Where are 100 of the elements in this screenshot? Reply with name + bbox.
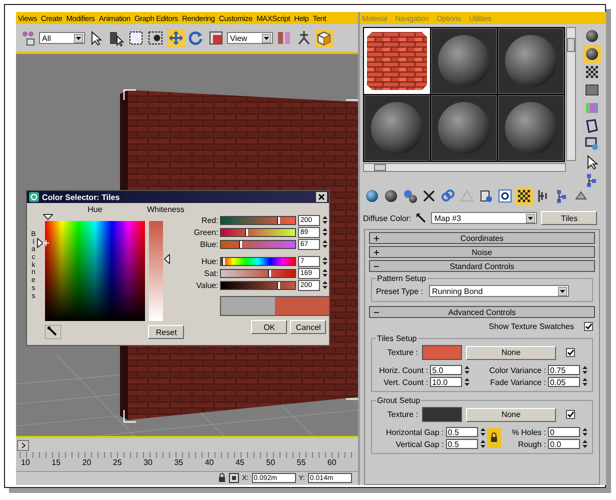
field-label: Color Variance : [489, 366, 546, 374]
slider-thumb[interactable] [269, 270, 272, 276]
assign-icon[interactable] [401, 187, 419, 205]
time-slider-handle[interactable] [17, 440, 29, 450]
rotate-icon[interactable] [187, 29, 205, 47]
render-icon[interactable] [315, 29, 333, 47]
select-by-name-icon[interactable] [107, 29, 125, 47]
checker-icon[interactable] [583, 63, 601, 81]
color-slider[interactable] [220, 240, 296, 248]
map-name-dropdown[interactable]: Map #3 [431, 212, 538, 224]
field-label: Fade Variance : [490, 378, 546, 386]
lock-icon[interactable] [486, 428, 501, 448]
color-slider[interactable] [220, 228, 296, 236]
color-slider[interactable] [220, 268, 296, 278]
vertical-scrollbar[interactable] [566, 27, 576, 161]
number-field[interactable]: 0.05 [548, 377, 580, 387]
material-slot[interactable] [431, 95, 497, 161]
slider-thumb[interactable] [246, 228, 248, 236]
get-material-icon[interactable] [363, 187, 381, 205]
window-crossing-icon[interactable] [147, 29, 165, 47]
lock-icon[interactable] [218, 473, 226, 483]
put-material-icon[interactable] [382, 187, 400, 205]
field-label: Horiz. Count : [379, 366, 428, 374]
texture-color-swatch[interactable] [422, 345, 462, 360]
slider-thumb[interactable] [278, 282, 280, 288]
material-slot[interactable] [364, 95, 430, 161]
rollout-header[interactable]: Noise [369, 246, 595, 258]
slider-thumb[interactable] [278, 216, 280, 224]
group-title: Tiles Setup [376, 334, 418, 343]
number-field[interactable]: 10.0 [430, 377, 462, 387]
sphere-preview [370, 101, 424, 155]
number-field[interactable]: 5.0 [430, 365, 462, 375]
horizontal-scrollbar[interactable] [363, 163, 566, 172]
whiteness-label: Whiteness [146, 206, 184, 214]
scale-icon[interactable] [207, 29, 225, 47]
caret-icon[interactable] [262, 34, 271, 42]
caret-icon[interactable] [558, 286, 567, 296]
rollout-header[interactable]: Advanced Controls [369, 306, 595, 318]
frame-number: 50 [266, 458, 276, 467]
pick-material-icon[interactable] [415, 212, 428, 224]
material-slot[interactable] [498, 95, 564, 161]
frame-number: 45 [235, 458, 246, 467]
backlight-icon[interactable] [583, 45, 601, 63]
absolute-mode-icon[interactable] [229, 473, 239, 483]
preset-type-dropdown[interactable]: Running Bond [429, 285, 569, 297]
color-slider[interactable] [220, 216, 296, 224]
number-field[interactable]: 0.5 [446, 439, 478, 449]
group-title: Grout Setup [376, 396, 422, 405]
material-slot[interactable] [431, 28, 497, 94]
rollout-header[interactable]: Coordinates [369, 232, 595, 244]
frame-number: 10 [21, 458, 31, 467]
checkbox[interactable] [584, 322, 593, 330]
material-slot[interactable] [498, 28, 564, 94]
caret-icon[interactable] [74, 34, 83, 42]
checker-icon[interactable] [515, 187, 533, 205]
spinner-icon[interactable] [582, 365, 588, 375]
blackness-marker[interactable] [37, 238, 49, 248]
move-icon[interactable] [167, 29, 185, 47]
number-field[interactable]: 0.75 [548, 365, 580, 375]
effects-icon[interactable] [496, 187, 514, 205]
options-icon[interactable] [583, 135, 601, 153]
frame-number: 15 [52, 458, 62, 467]
app-icon [29, 192, 39, 202]
color-slider[interactable] [220, 280, 296, 290]
eyedropper-icon[interactable] [45, 325, 61, 339]
number-field[interactable]: 0.0 [548, 439, 580, 449]
whiteness-bar[interactable] [149, 221, 163, 321]
field-label: % Holes : [512, 428, 546, 436]
number-field[interactable]: 0 [548, 427, 580, 437]
rollout-title: Coordinates [459, 234, 505, 242]
reference-coordinate-dropdown[interactable]: View [227, 32, 273, 44]
reset-button[interactable]: Reset [148, 325, 184, 339]
field-label: Vertical Gap : [396, 440, 444, 448]
caret-icon[interactable] [526, 214, 536, 222]
close-icon[interactable] [316, 192, 327, 202]
spinner-icon[interactable] [582, 377, 588, 387]
selection-filter-dropdown[interactable]: All [39, 32, 85, 44]
checkbox[interactable] [566, 348, 575, 357]
frame-number: 40 [204, 458, 215, 467]
spinner-icon[interactable] [582, 439, 588, 449]
group-title: Pattern Setup [376, 274, 427, 283]
slider-thumb[interactable] [240, 240, 242, 248]
texture-color-swatch[interactable] [422, 407, 462, 422]
diffuse-color-label: Diffuse Color: [363, 214, 412, 222]
map-type-button[interactable]: Tiles [541, 211, 598, 225]
ok-button[interactable]: OK [251, 320, 288, 334]
checkbox[interactable] [566, 410, 575, 419]
color-slider[interactable] [220, 256, 296, 266]
sphere-icon[interactable] [583, 27, 601, 45]
rectangle-selection-icon[interactable] [127, 29, 145, 47]
channel-label: Sat: [203, 268, 218, 278]
hue-blackness-picker[interactable] [45, 221, 145, 321]
rollout-header[interactable]: Standard Controls [369, 260, 595, 272]
frame-number: 55 [296, 458, 307, 467]
spinner-icon[interactable] [582, 427, 588, 437]
number-field[interactable]: 0.5 [446, 427, 478, 437]
texture-map-button[interactable]: None [466, 408, 556, 422]
slider-thumb[interactable] [222, 258, 225, 264]
cancel-button[interactable]: Cancel [290, 320, 326, 334]
texture-map-button[interactable]: None [466, 346, 556, 360]
